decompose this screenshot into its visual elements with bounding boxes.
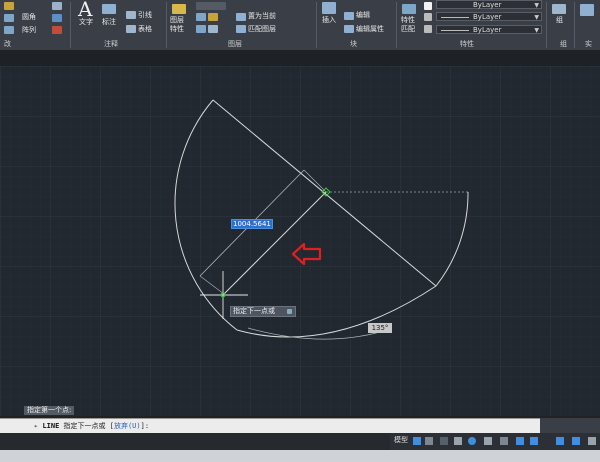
set-current-icon[interactable] <box>236 13 246 21</box>
command-name: LINE <box>42 422 60 430</box>
offset-icon[interactable] <box>52 26 62 34</box>
annotation-visibility-icon[interactable] <box>572 437 580 445</box>
edit-block-icon[interactable] <box>344 12 354 20</box>
layer-tool-icon[interactable] <box>196 13 206 21</box>
panel-label-groups: 组 <box>560 40 567 48</box>
insert-button[interactable]: 插入 <box>322 16 336 25</box>
move-icon[interactable] <box>4 2 14 10</box>
linetype-value: ByLayer <box>473 13 502 21</box>
linetype-dropdown[interactable]: ByLayer ▼ <box>436 12 542 21</box>
panel-label-properties: 特性 <box>460 40 474 48</box>
layer-properties-icon[interactable] <box>172 4 186 14</box>
leader-icon[interactable] <box>126 11 136 19</box>
lineweight-toggle-icon[interactable] <box>516 437 524 445</box>
linetype-icon[interactable] <box>424 13 432 21</box>
table-icon[interactable] <box>126 25 136 33</box>
annotation-scale-icon[interactable] <box>556 437 564 445</box>
workspace-icon[interactable] <box>588 437 596 445</box>
angle-readout: 135° <box>368 323 392 333</box>
layer-properties-label: 图层 特性 <box>170 16 184 33</box>
leader-button[interactable]: 引线 <box>138 11 152 20</box>
measure-icon[interactable] <box>580 4 594 16</box>
option-undo-key[interactable]: (U) <box>128 422 141 430</box>
drawing-area[interactable]: 1004.5641 指定下一点或 135° <box>0 66 600 416</box>
edit-attributes-button[interactable]: 编辑属性 <box>356 25 384 34</box>
panel-label-layers: 图层 <box>228 40 242 48</box>
dimension-tool-icon[interactable] <box>102 4 116 14</box>
panel-label-annotation: 注释 <box>104 40 118 48</box>
chevron-down-icon: ▼ <box>534 27 539 34</box>
polar-tracking-icon[interactable] <box>468 437 476 445</box>
insert-block-icon[interactable] <box>322 2 336 14</box>
dimension-input-field[interactable]: 1004.5641 <box>231 219 273 229</box>
group-icon[interactable] <box>552 4 566 14</box>
dynamic-input-tooltip: 指定下一点或 <box>230 306 296 317</box>
match-properties-button[interactable]: 特性 匹配 <box>401 16 421 34</box>
panel-label-block: 块 <box>350 40 357 48</box>
array-tool-icon[interactable] <box>4 26 14 34</box>
prompt-text: 指定下一点或 <box>63 422 106 430</box>
match-properties-icon[interactable] <box>402 4 416 14</box>
layer-properties-button[interactable]: 图层 特性 <box>170 16 190 34</box>
edit-attributes-icon[interactable] <box>344 25 354 33</box>
model-tab[interactable]: 模型 <box>394 436 408 445</box>
group-button[interactable]: 组 <box>556 16 563 25</box>
layer-isolate-icon[interactable] <box>196 25 206 33</box>
scale-icon[interactable] <box>52 2 62 10</box>
lineweight-value: ByLayer <box>473 26 502 34</box>
match-properties-label: 特性 匹配 <box>401 16 415 33</box>
taskbar-strip <box>0 450 600 462</box>
ortho-icon[interactable] <box>454 437 462 445</box>
layer-freeze-icon[interactable] <box>208 13 218 21</box>
lineweight-dropdown[interactable]: ByLayer ▼ <box>436 25 542 34</box>
set-current-button[interactable]: 置为当前 <box>248 12 276 21</box>
color-value: ByLayer <box>473 1 502 9</box>
lineweight-preview <box>441 30 469 31</box>
color-dropdown[interactable]: ByLayer ▼ <box>436 0 542 9</box>
grid-toggle-icon[interactable] <box>413 437 421 445</box>
command-history: 指定第一个点: <box>24 406 75 415</box>
layer-off-icon[interactable] <box>208 25 218 33</box>
text-button[interactable]: 文字 <box>79 18 93 27</box>
snap-toggle-icon[interactable] <box>425 437 433 445</box>
text-tool-icon[interactable]: A <box>78 0 92 20</box>
fillet-button[interactable]: 圆角 <box>22 13 36 22</box>
edit-button[interactable]: 编辑 <box>356 11 370 20</box>
down-arrow-icon[interactable] <box>287 309 292 314</box>
linetype-preview <box>441 17 469 18</box>
otrack-icon[interactable] <box>500 437 508 445</box>
dropdown-icon[interactable] <box>440 437 448 445</box>
layout-tabs-area <box>0 433 390 450</box>
layer-state-icons[interactable] <box>196 2 226 10</box>
option-undo[interactable]: 放弃 <box>114 422 128 430</box>
color-swatch-icon[interactable] <box>424 2 432 10</box>
transparency-icon[interactable] <box>530 437 538 445</box>
dimension-button[interactable]: 标注 <box>102 18 116 27</box>
match-layer-icon[interactable] <box>236 25 246 33</box>
explode-icon[interactable] <box>52 14 62 22</box>
autocad-window: 圆角 阵列 改 A 文字 标注 引线 表格 注释 图层 特性 置为当前 匹配图层… <box>0 0 600 462</box>
panel-label-modify: 改 <box>4 40 11 48</box>
file-tab-strip <box>0 50 600 66</box>
osnap-icon[interactable] <box>484 437 492 445</box>
command-prompt[interactable]: ▸ LINE 指定下一点或 [放弃(U)]: <box>34 421 149 431</box>
panel-label-utilities: 实 <box>585 40 592 48</box>
table-button[interactable]: 表格 <box>138 25 152 34</box>
fillet-tool-icon[interactable] <box>4 14 14 22</box>
match-layer-button[interactable]: 匹配图层 <box>248 25 276 34</box>
option-bracket-close: ]: <box>140 422 150 430</box>
chevron-down-icon: ▼ <box>534 14 539 21</box>
chevron-down-icon: ▼ <box>534 2 539 9</box>
ribbon: 圆角 阵列 改 A 文字 标注 引线 表格 注释 图层 特性 置为当前 匹配图层… <box>0 0 600 51</box>
lineweight-icon[interactable] <box>424 25 432 33</box>
dimension-input-value: 1004.5641 <box>232 220 272 228</box>
tooltip-text: 指定下一点或 <box>233 307 275 315</box>
drawing-svg <box>0 66 600 416</box>
grid <box>0 66 600 416</box>
array-button[interactable]: 阵列 <box>22 26 36 35</box>
command-line-right <box>540 418 600 433</box>
